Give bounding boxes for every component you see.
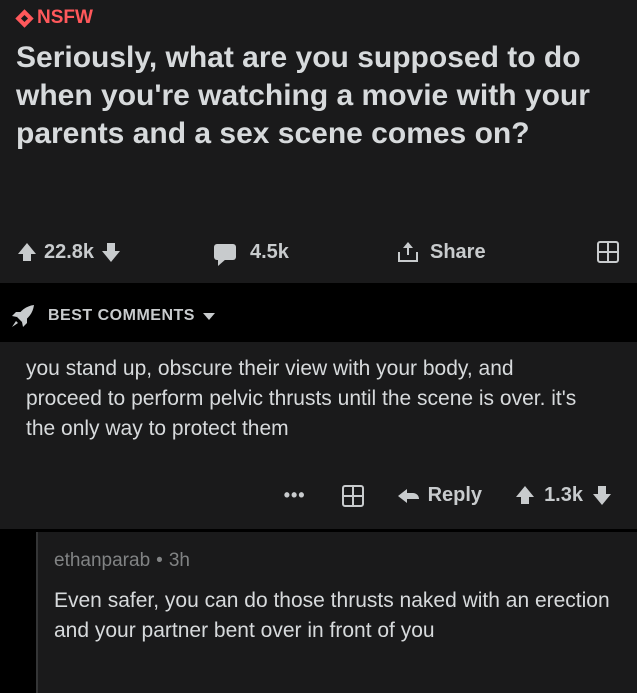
nsfw-label: NSFW — [37, 7, 93, 28]
comment-vote-count: 1.3k — [544, 484, 583, 506]
comment-text: Even safer, you can do those thrusts nak… — [54, 589, 610, 642]
post-action-bar: 22.8k 4.5k Share — [18, 234, 619, 270]
nsfw-tag: NSFW — [15, 6, 619, 30]
gift-award-icon[interactable] — [597, 241, 619, 263]
comment-bubble-icon — [214, 244, 236, 266]
post-card: NSFW Seriously, what are you supposed to… — [0, 0, 637, 283]
comment-sort-bar[interactable]: BEST COMMENTS — [0, 287, 637, 345]
comment-card: you stand up, obscure their view with yo… — [0, 342, 637, 529]
more-options-icon[interactable]: ••• — [284, 485, 306, 506]
downvote-icon[interactable] — [593, 486, 611, 505]
nsfw-diamond-icon — [15, 8, 34, 28]
post-vote-control: 22.8k — [18, 241, 214, 264]
comments-button[interactable]: 4.5k — [214, 240, 398, 266]
reply-arrow-icon — [397, 488, 420, 504]
comment-author[interactable]: ethanparab — [54, 550, 150, 571]
post-title[interactable]: Seriously, what are you supposed to do w… — [16, 39, 616, 153]
rocket-icon — [10, 303, 36, 329]
downvote-icon[interactable] — [102, 242, 121, 262]
comment-age: 3h — [168, 550, 190, 571]
share-icon — [398, 242, 418, 262]
post-vote-count: 22.8k — [44, 240, 95, 263]
reply-button[interactable]: Reply — [397, 484, 483, 507]
comment-action-bar: ••• Reply 1.3k — [284, 484, 611, 507]
share-button[interactable]: Share — [398, 241, 582, 264]
comment-text: you stand up, obscure their view with yo… — [26, 357, 577, 440]
share-label: Share — [430, 240, 486, 263]
upvote-icon[interactable] — [18, 242, 36, 261]
comments-count: 4.5k — [250, 240, 289, 263]
comment-meta: ethanparab • 3h — [54, 550, 627, 572]
meta-separator: • — [156, 550, 163, 571]
chevron-down-icon — [202, 312, 215, 320]
upvote-icon[interactable] — [516, 486, 535, 504]
sort-label: BEST COMMENTS — [48, 307, 195, 324]
gift-award-icon[interactable] — [341, 484, 364, 507]
comment-vote-control: 1.3k — [516, 484, 611, 507]
reply-comment-card: ethanparab • 3h Even safer, you can do tho… — [36, 532, 637, 693]
reply-label: Reply — [427, 484, 483, 506]
